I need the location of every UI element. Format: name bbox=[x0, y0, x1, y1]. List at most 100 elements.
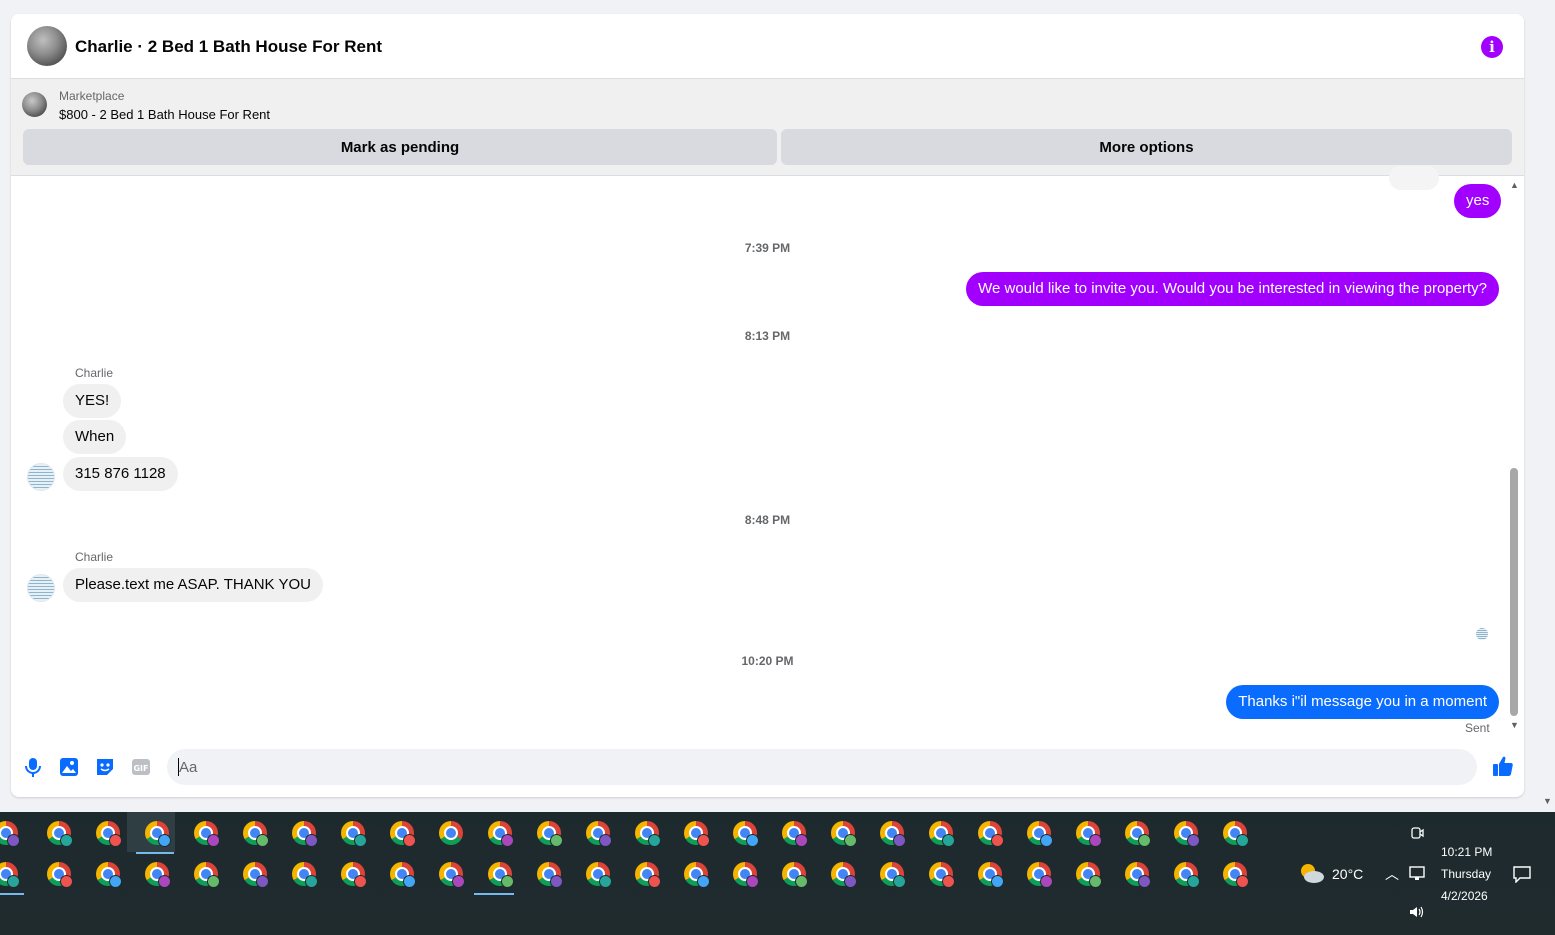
chrome-taskbar-icon[interactable] bbox=[292, 862, 318, 888]
info-icon[interactable]: i bbox=[1481, 36, 1503, 58]
chrome-taskbar-icon[interactable] bbox=[733, 821, 759, 847]
message-list: yes 7:39 PM We would like to invite you.… bbox=[11, 166, 1524, 746]
chat-header: Charlie · 2 Bed 1 Bath House For Rent i bbox=[11, 14, 1524, 79]
chrome-taskbar-icon[interactable] bbox=[1223, 821, 1249, 847]
chrome-taskbar-icon[interactable] bbox=[635, 821, 661, 847]
chrome-taskbar-icon[interactable] bbox=[537, 862, 563, 888]
taskbar-active-indicator bbox=[474, 893, 514, 895]
chrome-taskbar-icon[interactable] bbox=[782, 862, 808, 888]
chrome-taskbar-icon[interactable] bbox=[0, 821, 20, 847]
weather-temperature[interactable]: 20°C bbox=[1332, 866, 1363, 882]
chrome-taskbar-icon[interactable] bbox=[1027, 821, 1053, 847]
chrome-taskbar-icon[interactable] bbox=[488, 821, 514, 847]
chrome-taskbar-icon[interactable] bbox=[635, 862, 661, 888]
chrome-taskbar-icon[interactable] bbox=[880, 862, 906, 888]
chrome-taskbar-icon[interactable] bbox=[292, 821, 318, 847]
chrome-taskbar-icon[interactable] bbox=[1076, 821, 1102, 847]
chrome-taskbar-icon[interactable] bbox=[929, 862, 955, 888]
message-input[interactable]: Aa bbox=[167, 749, 1477, 785]
chrome-taskbar-icon[interactable] bbox=[684, 821, 710, 847]
clock-time[interactable]: 10:21 PM bbox=[1441, 845, 1492, 859]
chrome-taskbar-icon[interactable] bbox=[0, 862, 20, 888]
chrome-taskbar-icon[interactable] bbox=[880, 821, 906, 847]
chat-title[interactable]: Charlie · 2 Bed 1 Bath House For Rent bbox=[75, 37, 382, 57]
chrome-taskbar-icon[interactable] bbox=[684, 862, 710, 888]
notification-center-icon[interactable] bbox=[1512, 865, 1532, 883]
chrome-taskbar-icon[interactable] bbox=[243, 821, 269, 847]
photo-icon[interactable] bbox=[58, 756, 80, 778]
outgoing-message[interactable]: We would like to invite you. Would you b… bbox=[966, 272, 1499, 306]
volume-icon[interactable] bbox=[1408, 905, 1426, 919]
chrome-taskbar-icon[interactable] bbox=[439, 821, 463, 845]
chrome-taskbar-icon[interactable] bbox=[929, 821, 955, 847]
timestamp: 8:13 PM bbox=[744, 329, 791, 343]
gif-icon[interactable]: GIF bbox=[130, 756, 152, 778]
incoming-message[interactable]: When bbox=[63, 420, 127, 454]
chrome-taskbar-icon[interactable] bbox=[1125, 862, 1151, 888]
chrome-taskbar-icon[interactable] bbox=[47, 821, 73, 847]
mark-as-pending-button[interactable]: Mark as pending bbox=[23, 129, 777, 165]
taskbar-active-indicator bbox=[0, 893, 24, 895]
chrome-taskbar-icon[interactable] bbox=[1027, 862, 1053, 888]
chrome-taskbar-icon[interactable] bbox=[1174, 862, 1200, 888]
chrome-taskbar-icon[interactable] bbox=[488, 862, 514, 888]
chrome-taskbar-icon[interactable] bbox=[47, 862, 73, 888]
chrome-taskbar-icon[interactable] bbox=[1076, 862, 1102, 888]
chrome-taskbar-icon[interactable] bbox=[96, 821, 122, 847]
chrome-taskbar-icon[interactable] bbox=[978, 862, 1004, 888]
listing-price-title[interactable]: $800 - 2 Bed 1 Bath House For Rent bbox=[59, 107, 270, 122]
chrome-taskbar-icon[interactable] bbox=[1223, 862, 1249, 888]
page-scroll-down-arrow[interactable]: ▼ bbox=[1543, 796, 1552, 806]
incoming-message[interactable]: YES! bbox=[63, 384, 122, 418]
chrome-taskbar-icon[interactable] bbox=[390, 862, 416, 888]
listing-label: Marketplace bbox=[59, 89, 125, 103]
scroll-up-arrow[interactable]: ▲ bbox=[1510, 180, 1519, 190]
chrome-taskbar-icon[interactable] bbox=[586, 821, 612, 847]
page-scrollbar[interactable]: ▼ bbox=[1540, 0, 1555, 812]
chrome-taskbar-icon[interactable] bbox=[194, 821, 220, 847]
chrome-taskbar-icon[interactable] bbox=[390, 821, 416, 847]
chrome-taskbar-icon[interactable] bbox=[145, 821, 171, 847]
contact-avatar[interactable] bbox=[27, 26, 67, 66]
chrome-taskbar-icon[interactable] bbox=[831, 862, 857, 888]
sticker-icon[interactable] bbox=[94, 756, 116, 778]
chat-window: Charlie · 2 Bed 1 Bath House For Rent i … bbox=[11, 14, 1524, 797]
scroll-down-arrow[interactable]: ▼ bbox=[1510, 720, 1519, 730]
read-receipt-avatar bbox=[1476, 628, 1488, 640]
outgoing-message[interactable]: Thanks i"il message you in a moment bbox=[1226, 685, 1499, 719]
microphone-icon[interactable] bbox=[22, 756, 44, 778]
chrome-taskbar-icon[interactable] bbox=[782, 821, 808, 847]
chrome-taskbar-icon[interactable] bbox=[1174, 821, 1200, 847]
chrome-taskbar-icon[interactable] bbox=[733, 862, 759, 888]
network-icon[interactable] bbox=[1408, 866, 1426, 882]
chrome-taskbar-icon[interactable] bbox=[243, 862, 269, 888]
outgoing-message[interactable]: yes bbox=[1454, 184, 1502, 218]
chrome-taskbar-icon[interactable] bbox=[978, 821, 1004, 847]
chrome-taskbar-icon[interactable] bbox=[439, 862, 465, 888]
messages-scrollbar[interactable]: ▲ ▼ bbox=[1507, 180, 1521, 742]
meet-now-icon[interactable] bbox=[1409, 825, 1425, 841]
weather-icon[interactable] bbox=[1299, 862, 1325, 884]
chrome-taskbar-icon[interactable] bbox=[831, 821, 857, 847]
clock-date[interactable]: 4/2/2026 bbox=[1441, 889, 1488, 903]
listing-thumbnail[interactable] bbox=[22, 92, 47, 117]
chrome-taskbar-icon[interactable] bbox=[341, 821, 367, 847]
chrome-taskbar-icon[interactable] bbox=[194, 862, 220, 888]
chrome-taskbar-icon[interactable] bbox=[145, 862, 171, 888]
chrome-taskbar-icon[interactable] bbox=[341, 862, 367, 888]
incoming-message[interactable]: 315 876 1128 bbox=[63, 457, 178, 491]
chrome-taskbar-icon[interactable] bbox=[586, 862, 612, 888]
more-options-button[interactable]: More options bbox=[781, 129, 1512, 165]
chevron-up-icon[interactable]: ︿ bbox=[1385, 864, 1399, 884]
scrollbar-thumb[interactable] bbox=[1510, 468, 1518, 716]
incoming-message[interactable]: Please.text me ASAP. THANK YOU bbox=[63, 568, 323, 602]
thumbs-up-icon[interactable] bbox=[1491, 754, 1515, 778]
contact-avatar-small[interactable] bbox=[27, 463, 55, 491]
contact-avatar-small[interactable] bbox=[27, 574, 55, 602]
sender-name: Charlie bbox=[75, 550, 114, 564]
marketplace-listing-banner: Marketplace $800 - 2 Bed 1 Bath House Fo… bbox=[11, 79, 1524, 176]
clock-day[interactable]: Thursday bbox=[1441, 867, 1491, 881]
chrome-taskbar-icon[interactable] bbox=[1125, 821, 1151, 847]
chrome-taskbar-icon[interactable] bbox=[537, 821, 563, 847]
chrome-taskbar-icon[interactable] bbox=[96, 862, 122, 888]
